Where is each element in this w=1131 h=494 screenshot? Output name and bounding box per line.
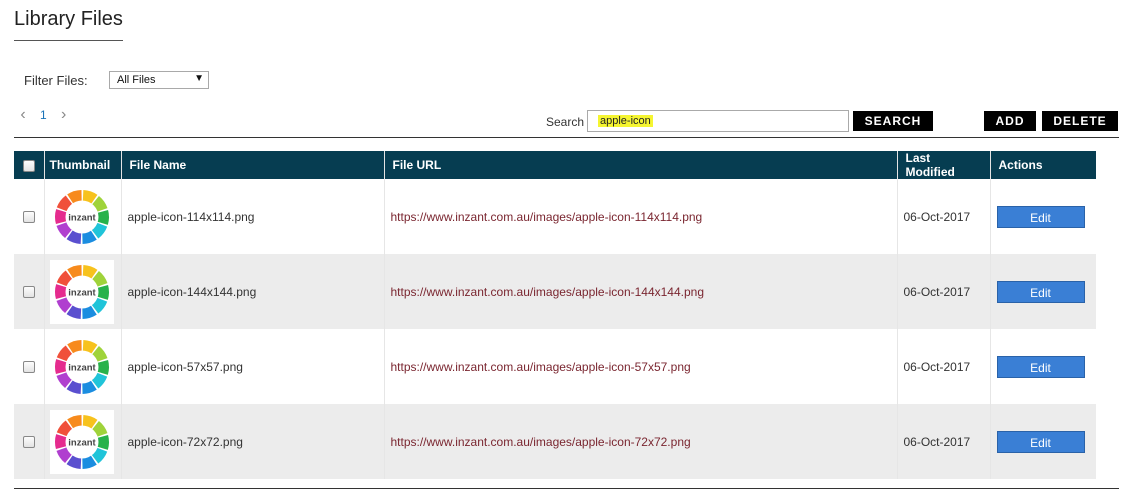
logo-text: inzant xyxy=(68,362,96,373)
file-url-link[interactable]: https://www.inzant.com.au/images/apple-i… xyxy=(391,435,691,449)
table-row: inzant apple-icon-72x72.png https://www.in… xyxy=(14,404,1096,479)
thumbnail-cell: inzant xyxy=(44,329,122,404)
file-name-cell: apple-icon-72x72.png xyxy=(121,404,385,479)
filter-selected-value: All Files xyxy=(117,74,156,86)
file-name-cell: apple-icon-114x114.png xyxy=(121,179,385,254)
edit-button[interactable]: Edit xyxy=(996,430,1085,453)
table-row: inzant apple-icon-57x57.png https://www.in… xyxy=(14,329,1096,404)
row-select-cell xyxy=(14,179,45,254)
table-row: inzant apple-icon-114x114.png https://www.… xyxy=(14,179,1096,254)
page-title: Library Files xyxy=(14,8,123,30)
search-button[interactable]: SEARCH xyxy=(853,111,933,131)
header-thumbnail: Thumbnail xyxy=(44,151,122,179)
file-url-cell: https://www.inzant.com.au/images/apple-i… xyxy=(384,404,898,479)
last-modified-cell: 06-Oct-2017 xyxy=(897,179,991,254)
last-modified-cell: 06-Oct-2017 xyxy=(897,404,991,479)
header-select-all xyxy=(14,151,45,179)
edit-button[interactable]: Edit xyxy=(996,205,1085,228)
add-button[interactable]: ADD xyxy=(984,111,1036,131)
edit-button[interactable]: Edit xyxy=(996,280,1085,303)
inzant-logo-icon: inzant xyxy=(49,334,114,399)
row-checkbox[interactable] xyxy=(22,211,35,224)
table-row: inzant apple-icon-144x144.png https://www.… xyxy=(14,254,1096,329)
inzant-logo-icon: inzant xyxy=(49,409,114,474)
inzant-logo-icon: inzant xyxy=(49,184,114,249)
row-checkbox[interactable] xyxy=(22,361,35,374)
row-select-cell xyxy=(14,404,45,479)
edit-button[interactable]: Edit xyxy=(996,355,1085,378)
thumbnail-cell: inzant xyxy=(44,254,122,329)
search-input[interactable]: apple-icon xyxy=(587,110,849,132)
search-input-value: apple-icon xyxy=(598,115,653,127)
file-url-cell: https://www.inzant.com.au/images/apple-i… xyxy=(384,329,898,404)
actions-cell: Edit xyxy=(990,329,1096,404)
last-modified-cell: 06-Oct-2017 xyxy=(897,254,991,329)
actions-cell: Edit xyxy=(990,404,1096,479)
file-url-cell: https://www.inzant.com.au/images/apple-i… xyxy=(384,179,898,254)
logo-text: inzant xyxy=(68,212,96,223)
filter-label: Filter Files: xyxy=(24,73,88,88)
logo-text: inzant xyxy=(68,437,96,448)
inzant-logo-icon: inzant xyxy=(49,259,114,324)
title-underline xyxy=(14,40,123,41)
row-select-cell xyxy=(14,254,45,329)
thumbnail-cell: inzant xyxy=(44,404,122,479)
header-file-name: File Name xyxy=(121,151,385,179)
chevron-left-icon[interactable]: ‹ xyxy=(16,106,30,124)
actions-cell: Edit xyxy=(990,254,1096,329)
logo-text: inzant xyxy=(68,287,96,298)
header-actions: Actions xyxy=(990,151,1096,179)
select-all-checkbox[interactable] xyxy=(22,159,35,172)
delete-button[interactable]: DELETE xyxy=(1042,111,1118,131)
file-url-link[interactable]: https://www.inzant.com.au/images/apple-i… xyxy=(391,285,705,299)
files-table: Thumbnail File Name File URL Last Modifi… xyxy=(14,151,1096,479)
last-modified-cell: 06-Oct-2017 xyxy=(897,329,991,404)
bottom-divider xyxy=(14,488,1119,489)
file-url-link[interactable]: https://www.inzant.com.au/images/apple-i… xyxy=(391,360,691,374)
top-divider xyxy=(14,137,1119,138)
file-name-cell: apple-icon-57x57.png xyxy=(121,329,385,404)
header-file-url: File URL xyxy=(384,151,898,179)
caret-down-icon: ▼ xyxy=(194,73,204,84)
row-select-cell xyxy=(14,329,45,404)
search-label: Search xyxy=(546,115,585,129)
file-url-link[interactable]: https://www.inzant.com.au/images/apple-i… xyxy=(391,210,703,224)
file-url-cell: https://www.inzant.com.au/images/apple-i… xyxy=(384,254,898,329)
thumbnail-cell: inzant xyxy=(44,179,122,254)
header-last-modified: Last Modified xyxy=(897,151,991,179)
row-checkbox[interactable] xyxy=(22,436,35,449)
actions-cell: Edit xyxy=(990,179,1096,254)
chevron-right-icon[interactable]: › xyxy=(57,106,71,124)
row-checkbox[interactable] xyxy=(22,286,35,299)
page-number-link[interactable]: 1 xyxy=(40,108,47,122)
file-name-cell: apple-icon-144x144.png xyxy=(121,254,385,329)
pagination: ‹ 1 › xyxy=(16,106,71,124)
filter-select[interactable]: All Files ▼ xyxy=(109,71,209,89)
table-header-row: Thumbnail File Name File URL Last Modifi… xyxy=(14,151,1096,179)
